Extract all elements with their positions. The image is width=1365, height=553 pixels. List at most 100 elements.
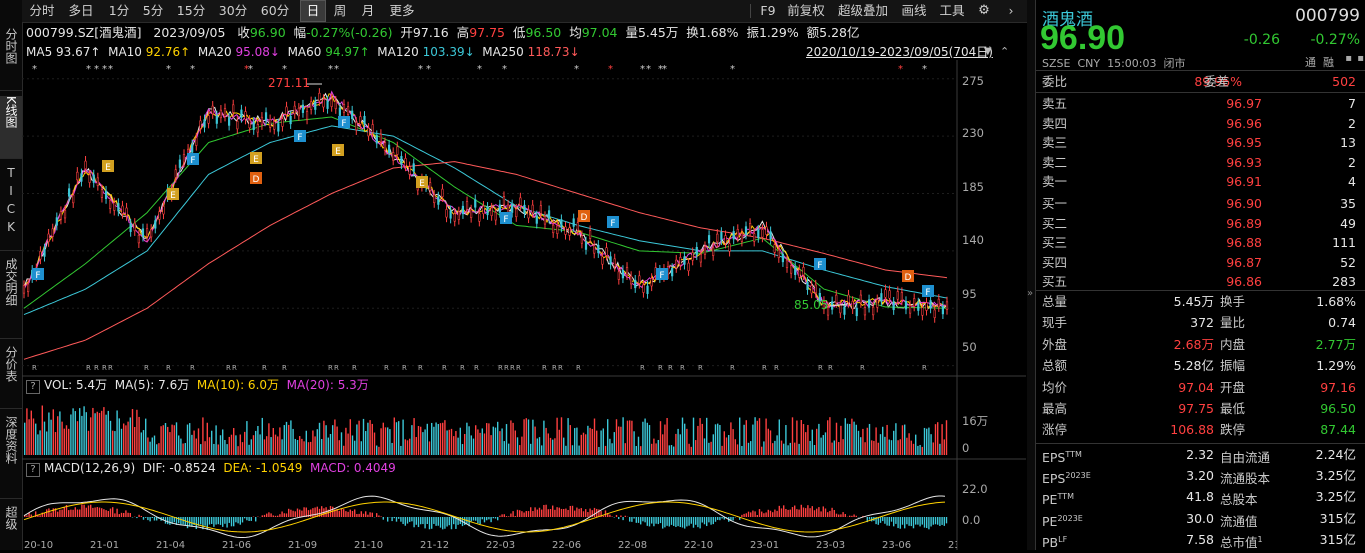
event-marker-letter: F	[925, 288, 930, 298]
macd-bar	[803, 508, 804, 517]
chevron-up-icon[interactable]: ⌃	[1000, 44, 1009, 60]
candle-body	[540, 206, 542, 214]
nav-detail[interactable]: 成交明细	[0, 258, 22, 339]
star-marker[interactable]: *	[418, 64, 423, 75]
event-marker-letter: F	[341, 119, 346, 129]
range-dropdown-icon[interactable]: ▼	[984, 44, 992, 60]
volume-help-icon[interactable]: ?	[26, 380, 40, 394]
volume-bar	[834, 441, 835, 455]
f9-button[interactable]: F9	[756, 0, 780, 22]
collapse-chevron-icon[interactable]: ›	[1002, 0, 1020, 22]
r-marker: R	[442, 364, 447, 372]
date-tick: 23-08	[948, 540, 957, 552]
volume-bar	[706, 418, 707, 455]
nav-super[interactable]: 超级	[0, 506, 22, 550]
star-marker[interactable]: *	[646, 64, 651, 75]
volume-bar	[257, 426, 258, 455]
ma5-value: 93.67↑	[56, 45, 100, 59]
star-marker[interactable]: *	[282, 64, 287, 75]
ask-row[interactable]: 卖五96.977	[1042, 93, 1360, 114]
period-day[interactable]: 日	[300, 0, 326, 22]
tag-tong: 通	[1305, 54, 1316, 70]
star-marker[interactable]: *	[86, 64, 91, 75]
star-marker[interactable]: *	[608, 64, 613, 75]
ask-row[interactable]: 卖二96.932	[1042, 152, 1360, 173]
date-tick: 21-01	[90, 540, 119, 551]
period-15min[interactable]: 15分	[172, 0, 210, 22]
ask-row[interactable]: 卖一96.914	[1042, 171, 1360, 192]
overlay-button[interactable]: 超级叠加	[834, 0, 892, 22]
ask-row[interactable]: 卖四96.962	[1042, 113, 1360, 134]
macd-bar	[763, 513, 764, 517]
star-marker[interactable]: *	[922, 64, 927, 75]
bid-row-volume: 52	[1340, 252, 1356, 273]
volume-bar	[156, 444, 157, 455]
period-5min[interactable]: 5分	[138, 0, 168, 22]
r-marker: R	[190, 364, 195, 372]
menu-square-icon-2[interactable]: ▪	[1357, 53, 1364, 64]
star-marker[interactable]: *	[574, 64, 579, 75]
candle-body	[261, 117, 263, 125]
macd-bar	[693, 517, 694, 528]
bid-row[interactable]: 买四96.8752	[1042, 252, 1360, 273]
settings-gear-icon[interactable]: ⚙	[974, 0, 994, 22]
draw-line-button[interactable]: 画线	[898, 0, 930, 22]
macd-bar	[229, 517, 230, 523]
period-month[interactable]: 月	[356, 0, 380, 22]
star-marker[interactable]: *	[426, 64, 431, 75]
period-week[interactable]: 周	[328, 0, 352, 22]
candle-body	[27, 284, 29, 292]
stat-key-2: 跌停	[1220, 419, 1245, 440]
candle-body	[495, 212, 497, 220]
menu-square-icon[interactable]: ▪	[1345, 53, 1352, 64]
nav-depth[interactable]: 深度资料	[0, 416, 22, 499]
candle-body	[310, 102, 312, 110]
bid-row[interactable]: 买一96.9035	[1042, 193, 1360, 214]
bid-row[interactable]: 买三96.88111	[1042, 232, 1360, 253]
stat-key-2: 振幅	[1220, 355, 1245, 376]
volume-bar	[130, 417, 131, 455]
star-marker[interactable]: *	[190, 64, 195, 75]
star-marker[interactable]: *	[477, 64, 482, 75]
star-marker[interactable]: *	[640, 64, 645, 75]
star-marker[interactable]: *	[102, 64, 107, 75]
nav-fenshi[interactable]: 分时图	[0, 28, 22, 91]
star-marker[interactable]: *	[898, 64, 903, 75]
star-marker[interactable]: *	[166, 64, 171, 75]
star-marker[interactable]: *	[32, 64, 37, 75]
candle-body	[630, 276, 632, 284]
star-marker[interactable]: *	[108, 64, 113, 75]
adjust-button[interactable]: 前复权	[784, 0, 828, 22]
macd-bar	[303, 507, 304, 517]
candle-body	[913, 299, 915, 307]
macd-bar	[649, 517, 650, 526]
period-more[interactable]: 更多	[384, 0, 420, 22]
ask-row[interactable]: 卖三96.9513	[1042, 132, 1360, 153]
panel-collapse-strip[interactable]: »	[1027, 0, 1035, 550]
period-30min[interactable]: 30分	[214, 0, 252, 22]
star-marker[interactable]: *	[730, 64, 735, 75]
star-marker[interactable]: *	[328, 64, 333, 75]
star-marker[interactable]: *	[502, 64, 507, 75]
period-multiday[interactable]: 多日	[64, 0, 98, 22]
period-fenshi[interactable]: 分时	[24, 0, 60, 22]
event-marker-letter: D	[905, 273, 912, 283]
star-marker[interactable]: *	[94, 64, 99, 75]
bid-row[interactable]: 买二96.8949	[1042, 213, 1360, 234]
info-date: 2023/09/05	[153, 25, 225, 40]
nav-price-table[interactable]: 分价表	[0, 346, 22, 409]
period-60min[interactable]: 60分	[256, 0, 294, 22]
expand-arrow-icon[interactable]: »	[1027, 288, 1033, 299]
macd-help-icon[interactable]: ?	[26, 463, 40, 477]
star-marker[interactable]: *	[248, 64, 253, 75]
macd-bar	[244, 517, 245, 518]
star-marker[interactable]: *	[334, 64, 339, 75]
tools-button[interactable]: 工具	[936, 0, 968, 22]
date-range-label[interactable]: 2020/10/19-2023/09/05(704日)	[806, 44, 993, 60]
period-1min[interactable]: 1分	[104, 0, 134, 22]
nav-kline[interactable]: K线图	[0, 96, 22, 159]
star-marker[interactable]: *	[662, 64, 667, 75]
candle-body	[647, 286, 649, 294]
nav-depth-label: 深度资料	[3, 416, 19, 464]
nav-tick[interactable]: TICK	[0, 166, 22, 251]
